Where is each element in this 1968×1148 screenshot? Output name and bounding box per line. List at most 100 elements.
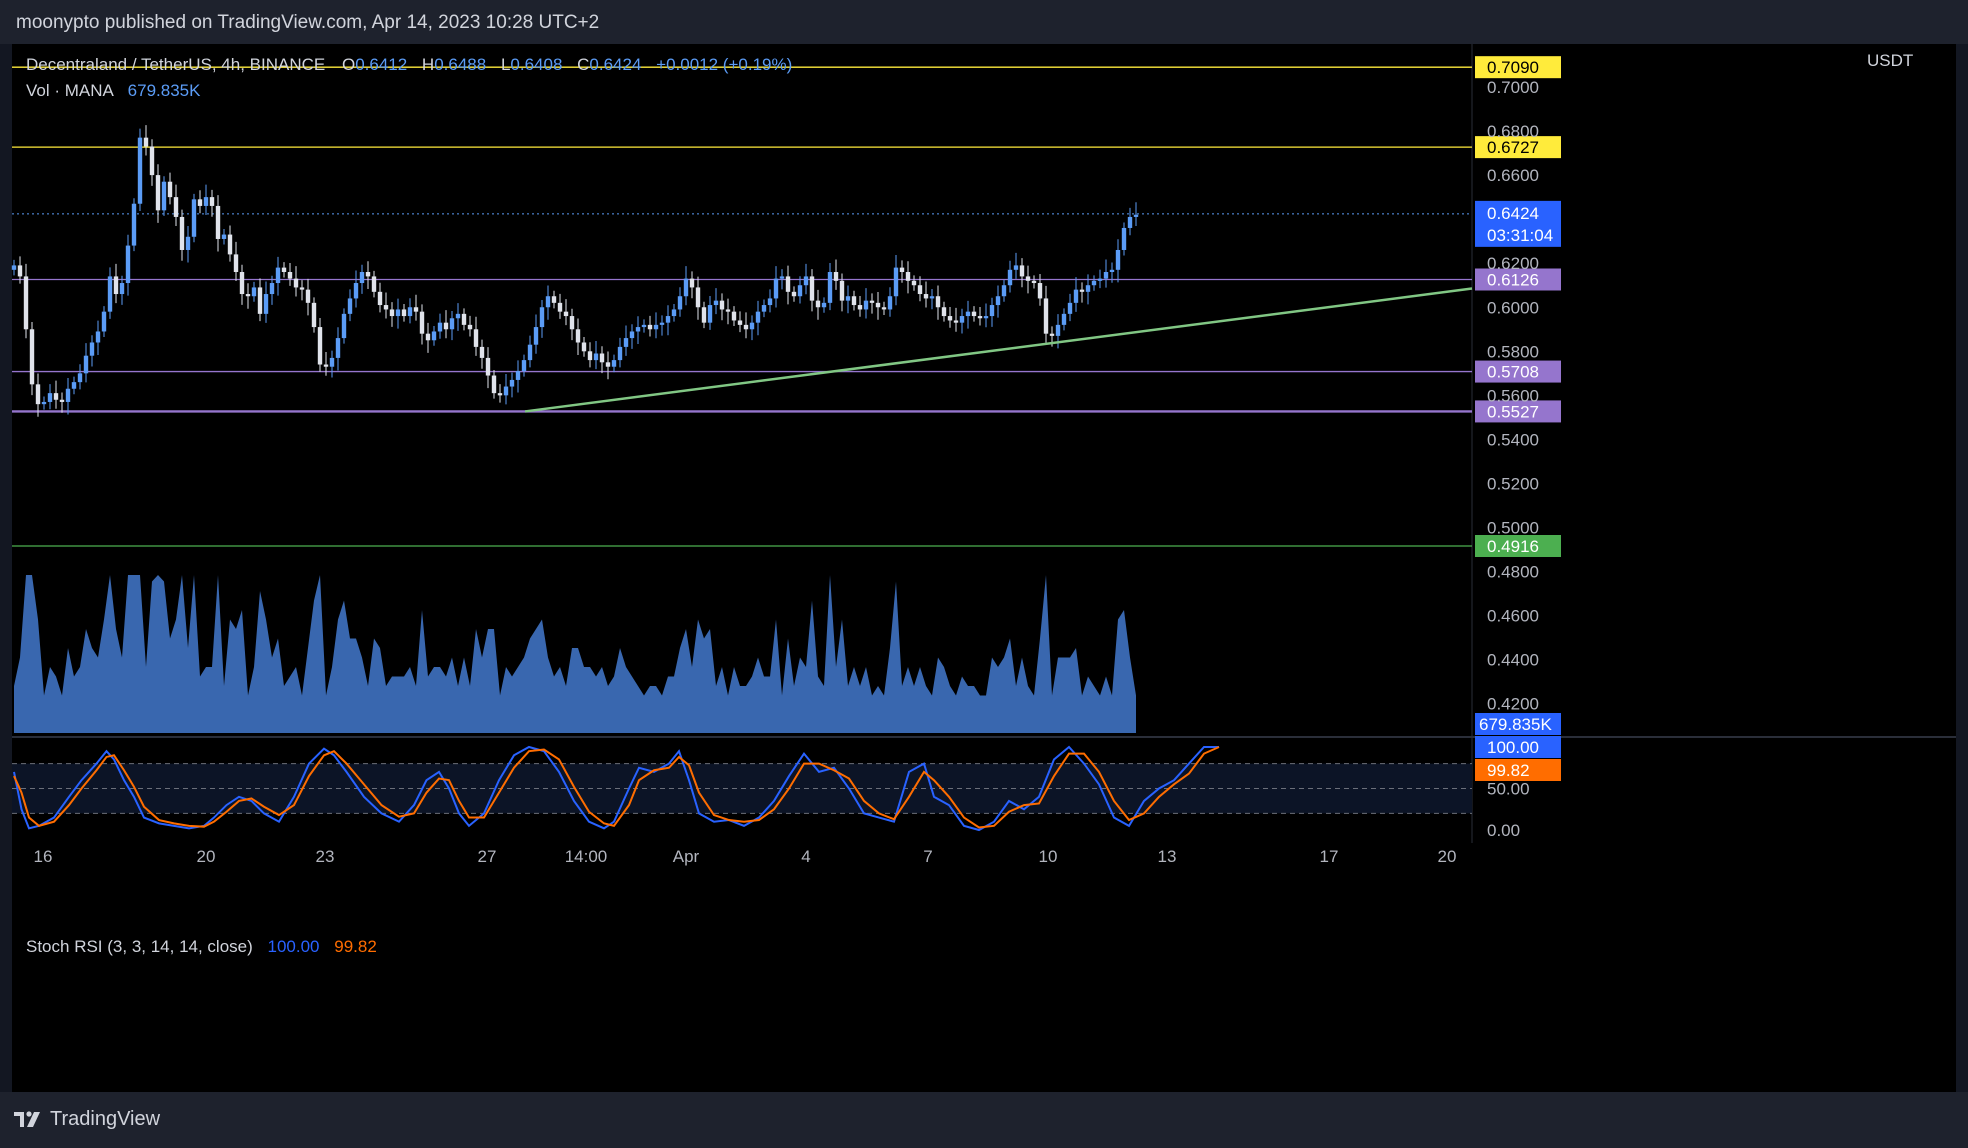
candle-body — [251, 287, 257, 297]
candle-body — [41, 401, 47, 405]
candle-body — [227, 234, 233, 255]
time-axis[interactable]: 16 20 23 27 14:00 Apr 4 7 10 13 17 20 — [34, 847, 1457, 866]
candle-body — [377, 291, 383, 306]
candle-body — [431, 331, 437, 341]
candle-body — [503, 386, 509, 396]
candle-body — [287, 272, 293, 279]
candle-body — [1025, 276, 1031, 281]
candle-body — [911, 280, 917, 286]
level-label: 0.5708 — [1487, 363, 1539, 382]
candle-body — [1007, 269, 1013, 286]
candle-body — [695, 287, 701, 308]
candle-body — [1091, 280, 1097, 286]
candle-body — [257, 287, 263, 314]
candle-body — [869, 300, 875, 303]
candle-body — [281, 267, 287, 273]
y-tick-label: 0.4400 — [1487, 651, 1539, 670]
candle-body — [1073, 289, 1079, 303]
symbol-title: Decentraland / TetherUS, 4h, BINANCE — [26, 55, 325, 74]
high-value: 0.6488 — [434, 55, 486, 74]
candle-body — [893, 267, 899, 297]
candle-body — [953, 320, 959, 323]
candle-body — [311, 302, 317, 328]
candle-body — [899, 267, 905, 273]
candle-body — [761, 305, 767, 312]
candle-body — [563, 311, 569, 317]
candle-body — [701, 307, 707, 323]
candle-body — [971, 311, 977, 317]
candle-body — [131, 203, 137, 246]
candle-body — [1097, 278, 1103, 281]
candle-body — [833, 272, 839, 281]
candle-body — [1121, 227, 1127, 250]
candle-body — [383, 305, 389, 310]
candle-body — [1001, 285, 1007, 297]
high-label: H — [422, 55, 434, 74]
candle-body — [209, 197, 215, 206]
x-tick-label: Apr — [673, 847, 700, 866]
candle-body — [461, 313, 467, 325]
candle-body — [1085, 285, 1091, 292]
candle-body — [11, 265, 17, 270]
candle-body — [269, 283, 275, 295]
candle-body — [1061, 313, 1067, 325]
y-tick-label: 0.7000 — [1487, 78, 1539, 97]
candle-body — [785, 276, 791, 292]
y-tick-label: 0.5400 — [1487, 430, 1539, 449]
price-axis[interactable]: 0.7000 0.6800 0.6600 0.6200 0.6000 0.5800 0.56… — [1487, 78, 1539, 714]
candle-body — [233, 254, 239, 273]
candle-body — [587, 351, 593, 361]
candle-body — [851, 296, 857, 306]
footer-bar: TradingView — [0, 1092, 1968, 1148]
candle-body — [221, 234, 227, 239]
candle-body — [29, 329, 35, 385]
candle-body — [449, 318, 455, 330]
candle-body — [83, 355, 89, 374]
volume-last-label: 679.835K — [1479, 715, 1552, 734]
candle-body — [17, 265, 23, 277]
countdown-label: 03:31:04 — [1487, 226, 1553, 245]
candle-body — [659, 322, 665, 325]
svg-text:Vol · MANA 679.835K: Vol · MANA 679.835K — [26, 81, 201, 100]
candle-body — [1127, 216, 1133, 228]
stoch-y-tick: 0.00 — [1487, 821, 1520, 840]
candle-body — [617, 346, 623, 361]
candle-body — [185, 236, 191, 250]
candle-body — [1049, 333, 1055, 336]
volume-area: 679.835K — [14, 575, 1561, 735]
stoch-d-label: 99.82 — [1487, 761, 1530, 780]
candle-body — [1067, 302, 1073, 314]
candle-body — [959, 316, 965, 323]
low-value: 0.6408 — [510, 55, 562, 74]
candle-body — [887, 296, 893, 310]
level-label: 0.6126 — [1487, 270, 1539, 289]
candle-body — [551, 296, 557, 303]
x-tick-label: 27 — [478, 847, 497, 866]
candle-body — [191, 199, 197, 237]
candle-body — [791, 291, 797, 297]
y-tick-label: 0.6600 — [1487, 166, 1539, 185]
candle-body — [389, 309, 395, 317]
candle-body — [767, 298, 773, 306]
chart-svg[interactable]: 679.835K 50.000.00100.0099.82 0.70900.67… — [0, 0, 1968, 1092]
last-price-label: 0.6424 — [1487, 204, 1539, 223]
candle-body — [59, 399, 65, 402]
candle-body — [527, 344, 533, 361]
y-tick-label: 0.5200 — [1487, 474, 1539, 493]
candle-body — [407, 307, 413, 317]
candle-body — [353, 283, 359, 299]
candle-body — [95, 331, 101, 343]
candle-body — [479, 346, 485, 358]
candle-body — [653, 324, 659, 330]
candle-body — [1043, 298, 1049, 334]
candle-body — [323, 364, 329, 367]
candle-body — [995, 296, 1001, 306]
candle-body — [401, 309, 407, 317]
candle-body — [119, 283, 125, 295]
y-tick-label: 0.4600 — [1487, 607, 1539, 626]
x-tick-label: 10 — [1039, 847, 1058, 866]
price-unit: USDT — [1867, 51, 1913, 70]
y-tick-label: 0.6000 — [1487, 298, 1539, 317]
candle-body — [263, 294, 269, 314]
candles — [11, 125, 1139, 417]
